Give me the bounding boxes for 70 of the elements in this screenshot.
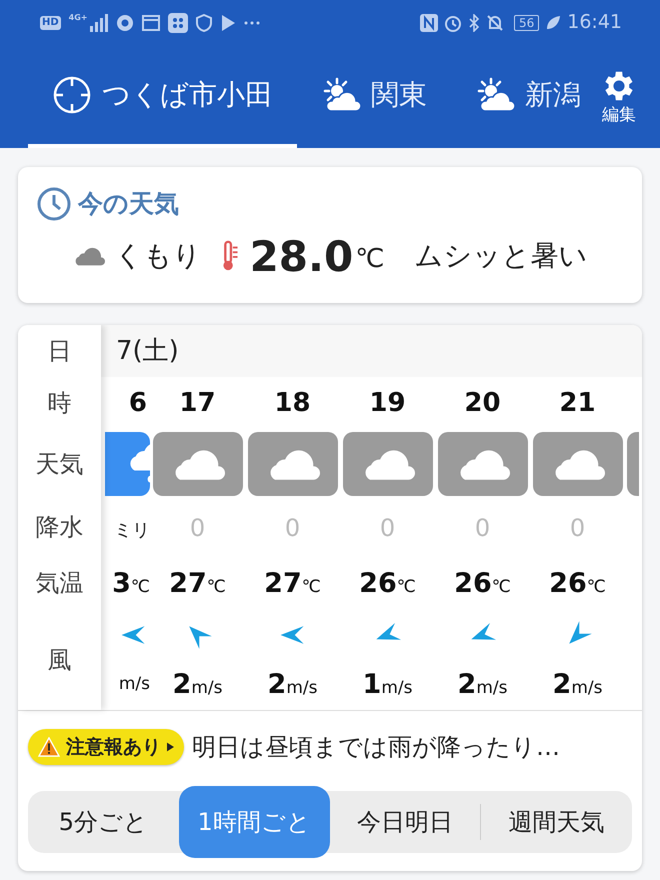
hour-text: 19 — [369, 386, 406, 420]
location-tab[interactable]: 新潟 — [451, 45, 585, 148]
alarm-icon — [444, 14, 462, 32]
temperature-text: 26℃ — [359, 566, 416, 601]
nfc-icon — [420, 14, 438, 32]
temperature-value: 28.0 — [250, 230, 354, 282]
bluetooth-icon — [468, 14, 480, 32]
wind-speed-text: m/s — [118, 673, 150, 696]
precipitation-text: 0 — [380, 513, 396, 544]
temperature-text: 26℃ — [549, 566, 606, 601]
row-label: 時 — [48, 388, 72, 419]
more-icon — [244, 20, 260, 24]
clock-time: 16:41 — [567, 10, 622, 36]
crosshair-icon — [52, 74, 92, 114]
location-tab[interactable]: 関東 — [297, 45, 451, 148]
precipitation-text: 0 — [190, 513, 206, 544]
precipitation-text: 0 — [284, 513, 300, 544]
battery-indicator: 56 — [514, 14, 540, 30]
hd-badge: HD — [40, 16, 61, 30]
location-tab[interactable]: つくば市小田 — [28, 45, 297, 148]
warning-icon — [38, 737, 60, 757]
sun-cloud-icon — [321, 76, 361, 112]
caret-icon — [167, 742, 174, 752]
precipitation-text: 0 — [474, 513, 490, 544]
precipitation-text: 0 — [570, 513, 586, 544]
row-label: 降水 — [36, 512, 84, 544]
row-label: 天気 — [36, 448, 84, 480]
mode-tab[interactable]: 今日明日 — [330, 786, 480, 858]
hour-text: 17 — [179, 386, 216, 420]
hour-text: 18 — [274, 386, 311, 420]
calendar-icon — [142, 14, 160, 32]
alert-badge[interactable]: 注意報あり — [28, 729, 184, 765]
settings-button[interactable]: 編集 — [600, 45, 638, 148]
mode-tab[interactable]: 1時間ごと — [178, 786, 330, 858]
leaf-icon — [545, 14, 562, 30]
hour-text: 21 — [559, 386, 596, 420]
clock-icon — [36, 186, 72, 222]
row-label: 日 — [48, 336, 72, 367]
shield-icon — [196, 14, 212, 32]
row-label: 風 — [48, 645, 72, 676]
date-text: 7(土) — [116, 334, 179, 368]
temperature-text: 26℃ — [454, 566, 511, 601]
cloud-icon — [72, 245, 105, 267]
signal-icon — [90, 14, 108, 32]
wind-speed-text: 2 m/s — [268, 668, 318, 702]
wind-speed-text: 2 m/s — [552, 668, 602, 702]
browser-icon — [116, 14, 134, 32]
hour-text: 6 — [128, 386, 148, 420]
network-label: 4G+ — [68, 14, 88, 22]
temperature-text: 3℃ — [112, 566, 150, 601]
cloudy-tile — [627, 432, 639, 496]
alert-text: 明日は昼頃までは雨が降ったり… — [192, 732, 560, 763]
mode-tab[interactable]: 5分ごと — [28, 786, 179, 858]
temperature-unit: ℃ — [355, 242, 384, 276]
row-label: 気温 — [36, 568, 84, 600]
temperature-text: 27℃ — [169, 566, 226, 601]
wind-speed-text: 1m/s — [362, 668, 412, 702]
wind-speed-text: 2 m/s — [172, 668, 222, 702]
muted-bell-icon — [486, 14, 504, 32]
wind-speed-text: 2 m/s — [458, 668, 508, 702]
condition-text: くもり — [114, 238, 202, 274]
temperature-text: 27℃ — [264, 566, 321, 601]
precipitation-text: ミリ — [114, 519, 150, 543]
mode-tab[interactable]: 週間天気 — [481, 786, 632, 858]
card-title: 今の天気 — [78, 188, 179, 220]
sun-cloud-icon — [475, 76, 515, 112]
play-icon — [220, 14, 236, 32]
feeling-text: ムシッと暑い — [414, 238, 588, 274]
hour-text: 20 — [464, 386, 501, 420]
apps-icon — [168, 12, 188, 32]
